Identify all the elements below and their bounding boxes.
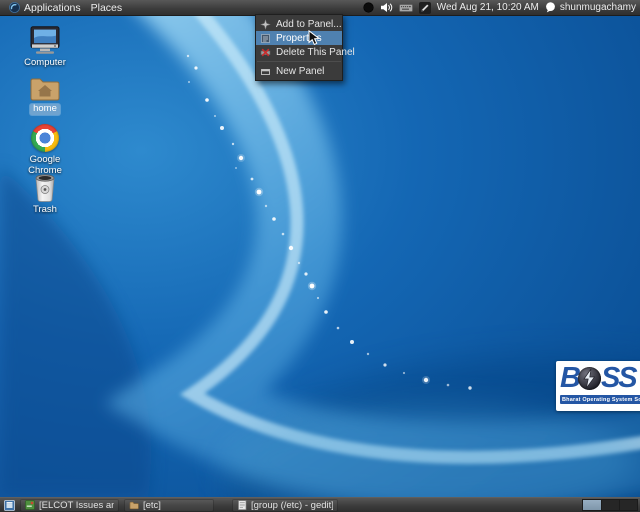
chrome-logo-icon <box>31 124 59 152</box>
menu-item-label: Add to Panel... <box>276 19 342 30</box>
workspace-3[interactable] <box>619 500 637 510</box>
new-panel-icon <box>260 66 271 77</box>
boss-globe-icon <box>578 367 601 390</box>
menu-item-new-panel[interactable]: New Panel <box>256 64 342 78</box>
desktop-icon-google-chrome[interactable]: Google Chrome <box>13 124 77 177</box>
chat-bubble-icon <box>545 2 556 13</box>
task-label: [group (/etc) - gedit] <box>251 500 333 511</box>
menu-item-label: Delete This Panel <box>276 47 355 58</box>
user-menu[interactable]: shunmugachamy <box>545 2 636 13</box>
menu-separator <box>257 61 341 62</box>
folder-icon <box>129 500 139 510</box>
places-menu-label: Places <box>91 2 123 14</box>
elcot-app-icon <box>25 500 35 510</box>
boss-menu-icon <box>9 2 20 13</box>
menu-item-delete-this-panel[interactable]: Delete This Panel <box>256 45 342 59</box>
desktop-icon-home[interactable]: home <box>13 76 77 115</box>
menu-item-properties[interactable]: Properties <box>256 31 342 45</box>
desktop-icon-computer[interactable]: Computer <box>13 26 77 69</box>
lightning-bolt-icon <box>583 369 596 388</box>
add-to-panel-icon <box>260 19 271 30</box>
menu-item-add-to-panel[interactable]: Add to Panel... <box>256 17 342 31</box>
show-desktop-icon <box>4 500 15 511</box>
input-pen-icon[interactable] <box>419 2 431 14</box>
applications-menu[interactable]: Applications <box>4 0 86 15</box>
icon-label-computer: Computer <box>24 58 66 69</box>
home-folder-icon <box>29 76 61 101</box>
boss-linux-desktop: Applications Places <box>0 0 640 512</box>
panel-context-menu: Add to Panel... Properties Delete This P… <box>255 14 343 81</box>
keyboard-icon[interactable] <box>399 3 413 13</box>
boss-logo: B SS Bharat Operating System Solutions <box>556 361 640 411</box>
workspace-2[interactable] <box>601 500 619 510</box>
task-button-elcot[interactable]: [ELCOT Issues and So... <box>20 499 119 512</box>
task-label: [ELCOT Issues and So... <box>39 500 114 511</box>
boss-tagline: Bharat Operating System Solutions <box>560 395 640 404</box>
boss-letter-b: B <box>560 364 579 393</box>
computer-monitor-icon <box>28 26 62 55</box>
indicator-circle-icon[interactable] <box>363 2 374 13</box>
show-desktop-button[interactable] <box>2 499 16 512</box>
volume-icon[interactable] <box>380 2 393 13</box>
task-button-etc[interactable]: [etc] <box>124 499 214 512</box>
workspace-switcher <box>582 499 638 511</box>
gedit-icon <box>237 500 247 510</box>
icon-label-trash: Trash <box>33 205 57 216</box>
wallpaper-blue-swoosh <box>0 16 640 497</box>
boss-logo-letters: B SS <box>560 363 640 394</box>
properties-icon <box>260 33 271 44</box>
menu-item-label: New Panel <box>276 66 324 77</box>
mouse-cursor <box>308 30 321 46</box>
desktop-area[interactable]: Computer home Google Chrome <box>0 16 640 497</box>
username: shunmugachamy <box>560 2 636 13</box>
task-label: [etc] <box>143 500 161 511</box>
task-button-gedit[interactable]: [group (/etc) - gedit] <box>232 499 338 512</box>
clock[interactable]: Wed Aug 21, 10:20 AM <box>437 2 539 13</box>
boss-letters-ss: SS <box>601 364 636 393</box>
bottom-panel: [ELCOT Issues and So... [etc] [group (/e… <box>0 497 640 512</box>
delete-panel-icon <box>260 47 271 58</box>
places-menu[interactable]: Places <box>86 0 128 15</box>
desktop-icon-trash[interactable]: Trash <box>13 173 77 216</box>
icon-label-home: home <box>30 104 60 115</box>
applications-menu-label: Applications <box>24 2 81 14</box>
workspace-1[interactable] <box>583 500 601 510</box>
top-panel-tray: Wed Aug 21, 10:20 AM shunmugachamy <box>363 2 636 14</box>
trash-can-icon <box>32 173 58 202</box>
